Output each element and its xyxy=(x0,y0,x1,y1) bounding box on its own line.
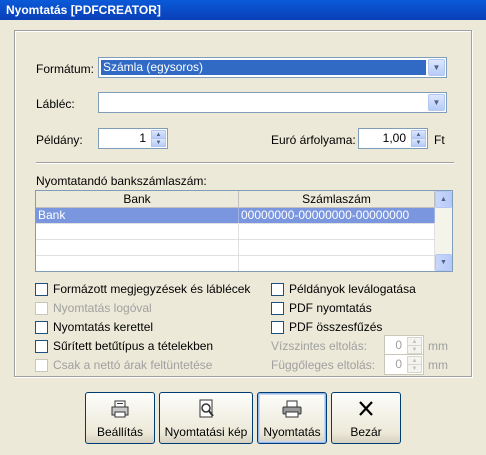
vertical-offset-label: Függőleges eltolás: xyxy=(271,358,376,372)
table-row[interactable] xyxy=(36,256,435,271)
checkbox-box xyxy=(35,301,48,315)
printer-icon xyxy=(282,400,302,418)
column-header-account[interactable]: Számlaszám xyxy=(239,191,435,207)
chevron-down-icon: ▼ xyxy=(407,364,422,373)
table-row[interactable]: Bank 00000000-00000000-00000000 xyxy=(36,208,435,224)
copies-stepper[interactable]: 1 ▲ ▼ xyxy=(98,128,168,149)
pdf-print-checkbox[interactable]: PDF nyomtatás xyxy=(271,301,372,315)
print-button-label: Nyomtatás xyxy=(263,425,321,439)
printer-settings-icon xyxy=(111,400,129,418)
table-header: Bank Számlaszám xyxy=(36,191,435,208)
settings-button-label: Beállítás xyxy=(96,425,144,439)
separator xyxy=(36,162,454,164)
checkbox-box[interactable] xyxy=(35,339,48,353)
window-title: Nyomtatás [PDFCREATOR] xyxy=(0,0,486,20)
scroll-up-icon[interactable]: ▲ xyxy=(435,191,452,208)
table-row[interactable] xyxy=(36,224,435,240)
close-button-label: Bezár xyxy=(350,425,382,439)
horizontal-offset-label: Vízszintes eltolás: xyxy=(271,339,368,353)
footer-label: Lábléc: xyxy=(36,97,75,111)
euro-rate-value: 1,00 xyxy=(382,131,406,145)
close-icon xyxy=(359,401,373,416)
copies-value: 1 xyxy=(139,131,146,145)
table-scrollbar[interactable]: ▲ ▼ xyxy=(435,191,452,271)
horizontal-offset-value: 0 xyxy=(395,338,402,352)
vertical-offset-value: 0 xyxy=(395,357,402,371)
print-preview-button[interactable]: Nyomtatási kép xyxy=(159,392,253,444)
footer-select[interactable]: ▼ xyxy=(98,92,447,113)
euro-rate-label: Euró árfolyama: xyxy=(271,133,356,147)
euro-rate-stepper[interactable]: 1,00 ▲ ▼ xyxy=(358,128,428,149)
bank-accounts-label: Nyomtatandó bankszámlaszám: xyxy=(36,174,207,188)
table-row[interactable] xyxy=(36,240,435,256)
checkbox-box[interactable] xyxy=(35,320,48,334)
format-value: Számla (egysoros) xyxy=(101,60,426,75)
chevron-down-icon[interactable]: ▼ xyxy=(411,138,426,147)
chevron-down-icon: ▼ xyxy=(407,345,422,354)
column-header-bank[interactable]: Bank xyxy=(36,191,239,207)
cell-account: 00000000-00000000-00000000 xyxy=(239,208,435,223)
format-label: Formátum: xyxy=(36,62,95,76)
print-button[interactable]: Nyomtatás xyxy=(257,392,327,444)
print-frame-checkbox[interactable]: Nyomtatás kerettel xyxy=(35,320,153,334)
print-preview-icon xyxy=(199,399,214,418)
horizontal-offset-unit: mm xyxy=(428,339,448,353)
format-select[interactable]: Számla (egysoros) ▼ xyxy=(98,57,447,78)
copies-label: Példány: xyxy=(36,133,83,147)
net-prices-checkbox: Csak a nettó árak feltüntetése xyxy=(35,358,212,372)
collate-copies-checkbox[interactable]: Példányok leválogatása xyxy=(271,282,416,296)
euro-unit: Ft xyxy=(434,133,445,147)
formatted-notes-checkbox[interactable]: Formázott megjegyzések és láblécek xyxy=(35,282,250,296)
print-logo-checkbox: Nyomtatás logóval xyxy=(35,301,152,315)
checkbox-box[interactable] xyxy=(271,320,284,334)
checkbox-box[interactable] xyxy=(271,282,284,296)
vertical-offset-unit: mm xyxy=(428,358,448,372)
chevron-down-icon[interactable]: ▼ xyxy=(151,138,166,147)
cell-bank: Bank xyxy=(36,208,239,223)
close-button[interactable]: Bezár xyxy=(331,392,401,444)
pdf-merge-checkbox[interactable]: PDF összesfűzés xyxy=(271,320,382,334)
footer-value xyxy=(101,95,426,110)
chevron-down-icon[interactable]: ▼ xyxy=(428,94,445,111)
checkbox-box[interactable] xyxy=(35,282,48,296)
vertical-offset-stepper: 0 ▲ ▼ xyxy=(384,354,424,375)
bank-accounts-table[interactable]: Bank Számlaszám Bank 00000000-00000000-0… xyxy=(35,190,453,272)
settings-button[interactable]: Beállítás xyxy=(85,392,155,444)
checkbox-box[interactable] xyxy=(271,301,284,315)
condensed-items-checkbox[interactable]: Sűrített betűtípus a tételekben xyxy=(35,339,213,353)
scroll-down-icon[interactable]: ▼ xyxy=(435,254,452,271)
horizontal-offset-stepper: 0 ▲ ▼ xyxy=(384,335,424,356)
print-preview-button-label: Nyomtatási kép xyxy=(164,425,248,439)
checkbox-box xyxy=(35,358,48,372)
chevron-down-icon[interactable]: ▼ xyxy=(428,59,445,76)
